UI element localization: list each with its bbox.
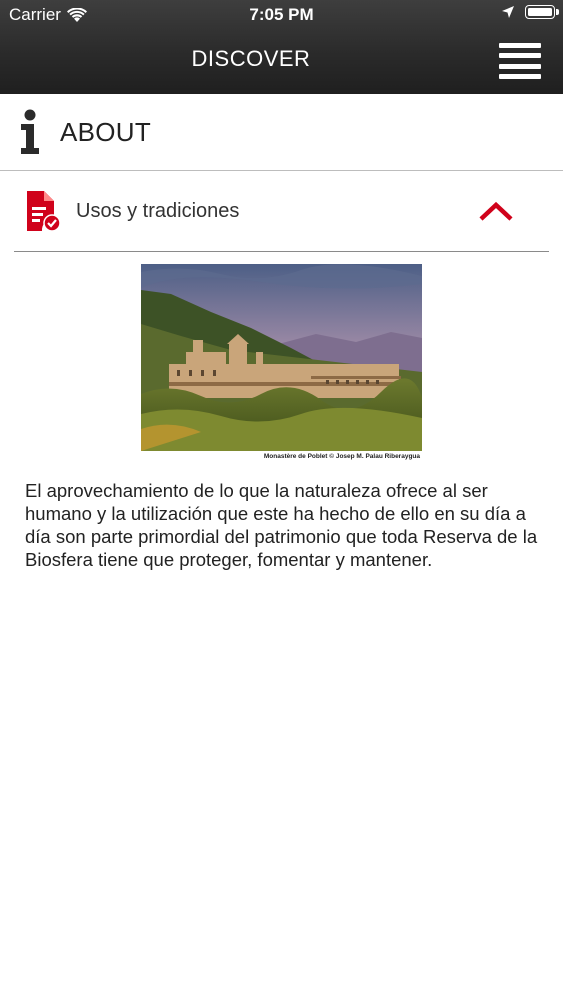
battery-icon — [525, 5, 559, 19]
about-label: ABOUT — [60, 116, 152, 147]
status-right — [501, 5, 559, 19]
location-arrow-icon — [502, 6, 514, 18]
navigation-bar: Carrier 7:05 PM DISCOVER — [0, 0, 563, 94]
status-time: 7:05 PM — [249, 5, 314, 24]
content-paragraph: El aprovechamiento de lo que la naturale… — [25, 480, 538, 570]
photo-caption: Monastère de Poblet © Josep M. Palau Rib… — [263, 453, 420, 460]
section-label: Usos y tradiciones — [76, 199, 240, 222]
hamburger-menu-icon[interactable] — [499, 43, 541, 79]
page-title: DISCOVER — [191, 46, 311, 71]
section-usos-y-tradiciones[interactable]: Usos y tradiciones — [14, 171, 549, 252]
document-check-icon — [27, 191, 61, 232]
info-icon — [21, 109, 39, 154]
chevron-up-icon[interactable] — [479, 200, 513, 222]
monastery-photo — [141, 264, 422, 451]
about-header: ABOUT — [0, 94, 563, 171]
